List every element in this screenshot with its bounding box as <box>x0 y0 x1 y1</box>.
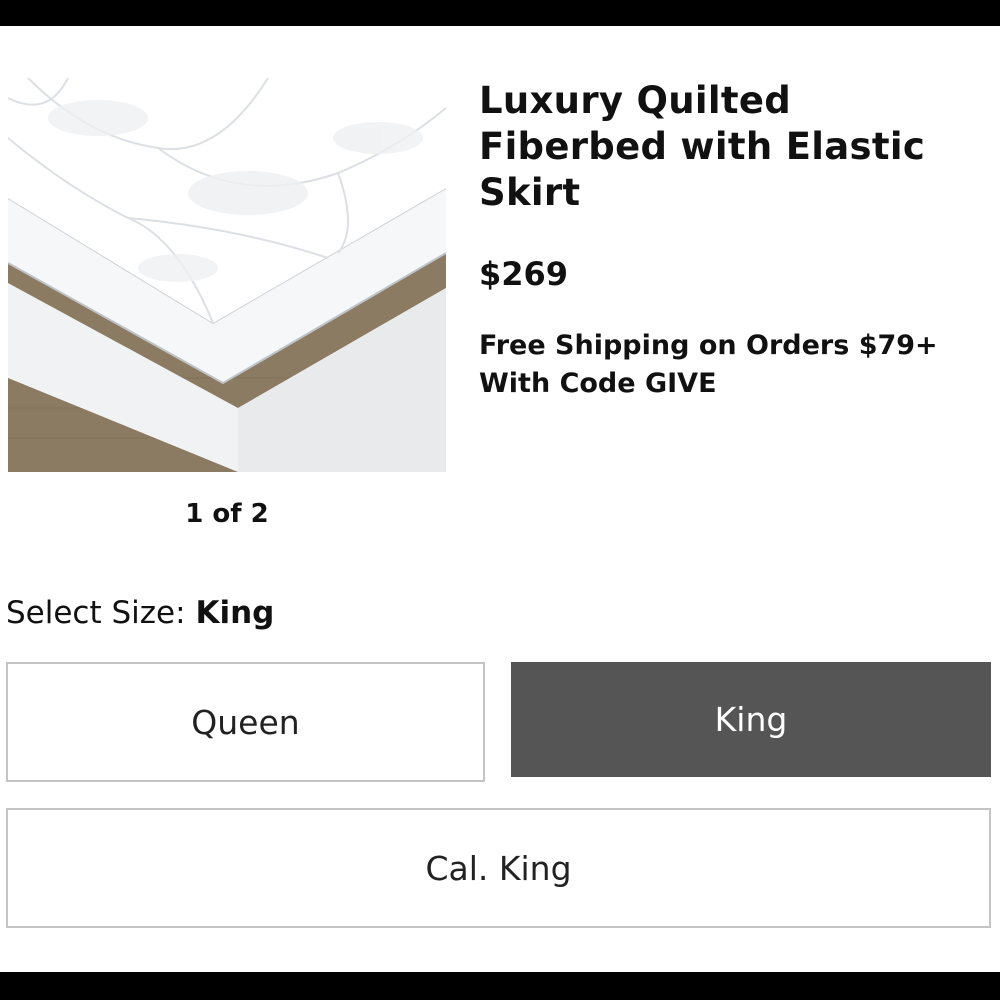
size-option-queen[interactable]: Queen <box>6 662 485 782</box>
size-label: Select Size: King <box>6 590 274 636</box>
selected-size: King <box>195 595 275 631</box>
fiberbed-photo <box>8 78 446 472</box>
product-title: Luxury Quilted Fiberbed with Elastic Ski… <box>479 79 926 214</box>
shipping-note: Free Shipping on Orders $79+ With Code G… <box>479 330 938 399</box>
size-option-king[interactable]: King <box>511 662 991 777</box>
product-image[interactable] <box>8 78 446 472</box>
product-price: $269 <box>479 255 569 293</box>
size-label-text: Select Size: <box>6 595 186 631</box>
size-option-cal-king[interactable]: Cal. King <box>6 808 991 928</box>
top-bar <box>0 0 1000 26</box>
bottom-bar <box>0 972 1000 1000</box>
carousel-counter: 1 of 2 <box>185 499 269 529</box>
